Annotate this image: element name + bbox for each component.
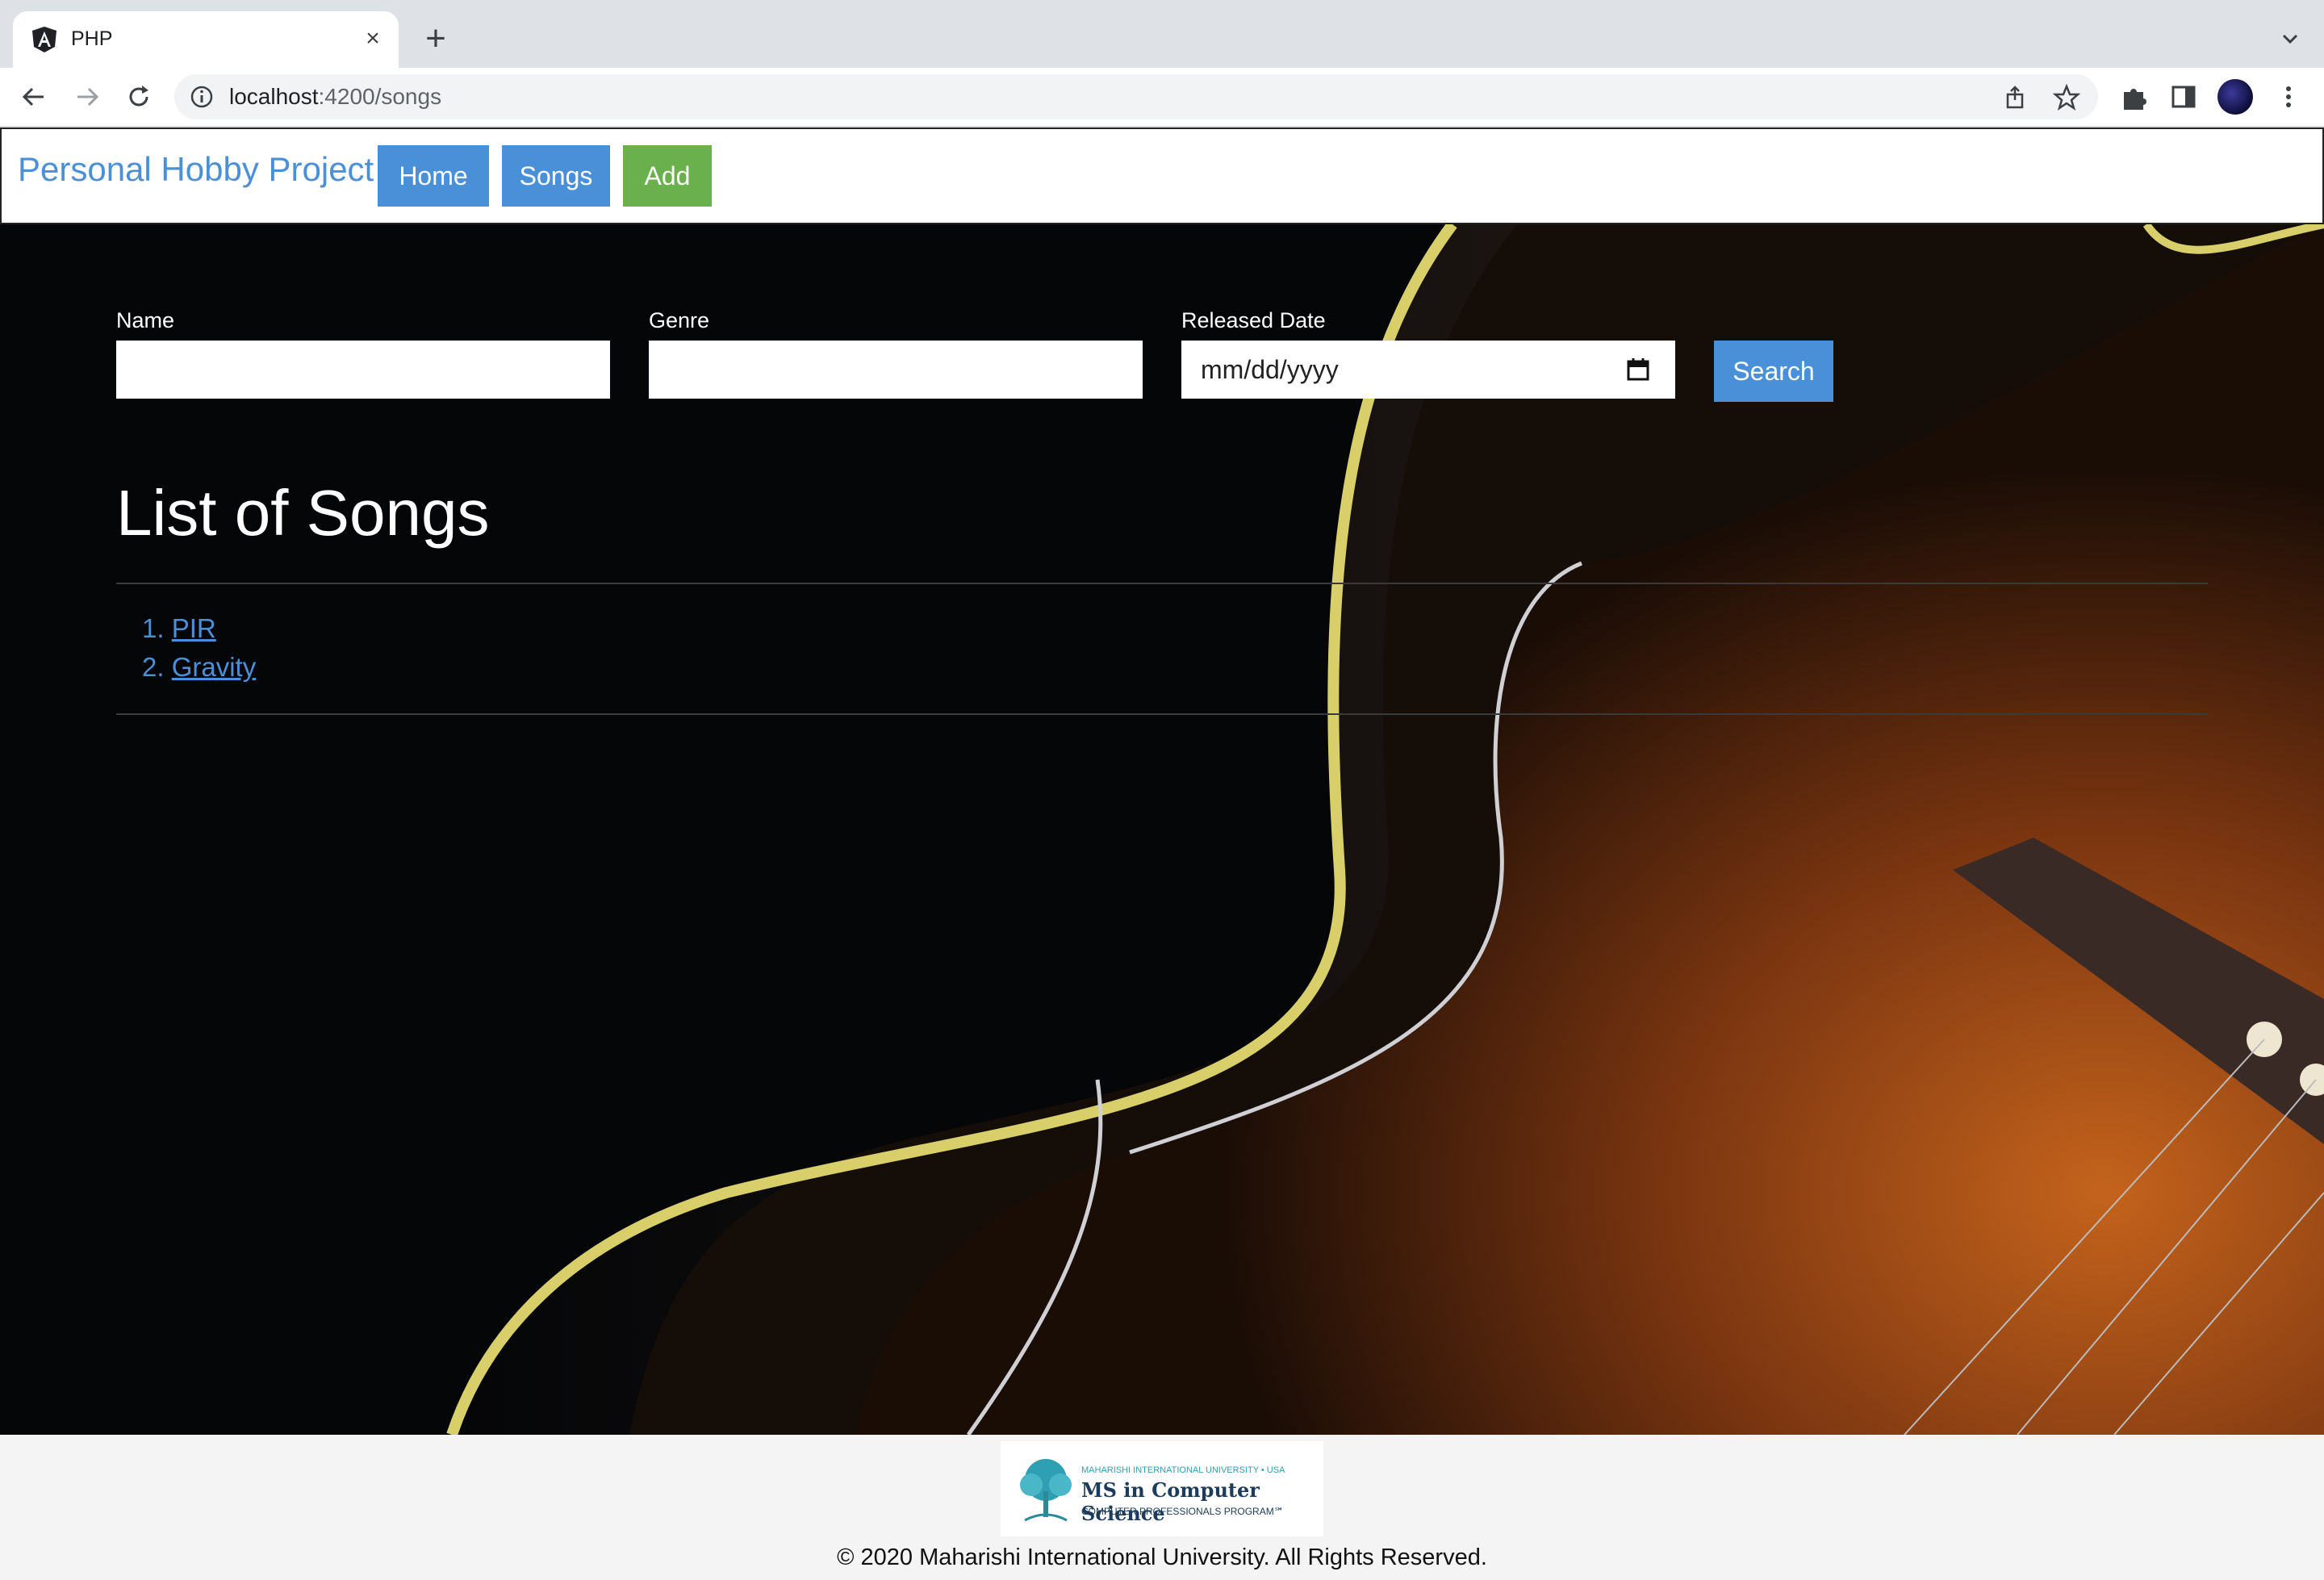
reload-icon[interactable] <box>123 81 155 113</box>
nav-add-button[interactable]: Add <box>623 145 712 207</box>
hero-section: Name Genre Released Date mm/dd/yyyy Sear… <box>0 224 2324 1435</box>
university-logo: MAHARISHI INTERNATIONAL UNIVERSITY • USA… <box>1001 1441 1323 1536</box>
forward-arrow-icon[interactable] <box>71 81 103 113</box>
song-link-gravity[interactable]: Gravity <box>172 652 257 682</box>
nav-home-button[interactable]: Home <box>378 145 489 207</box>
list-item-number: 1. <box>142 613 165 643</box>
song-link-pir[interactable]: PIR <box>172 613 216 643</box>
tab-title: PHP <box>71 27 113 50</box>
songs-list-title: List of Songs <box>116 477 490 549</box>
divider-bottom <box>116 713 2208 715</box>
date-placeholder: mm/dd/yyyy <box>1201 355 1339 384</box>
side-panel-icon[interactable] <box>2167 81 2200 113</box>
list-item: 1. PIR <box>142 613 216 644</box>
brand-link[interactable]: Personal Hobby Project <box>18 150 374 189</box>
browser-toolbar: localhost:4200/songs <box>0 68 2324 127</box>
list-item: 2. Gravity <box>142 652 256 683</box>
genre-input[interactable] <box>649 341 1143 399</box>
tree-logo-icon <box>1020 1459 1072 1522</box>
site-info-icon[interactable] <box>189 84 215 110</box>
released-date-input[interactable]: mm/dd/yyyy <box>1181 341 1675 399</box>
profile-avatar[interactable] <box>2217 79 2253 115</box>
genre-label: Genre <box>649 308 710 332</box>
browser-tab-strip: PHP × + <box>0 0 2324 68</box>
page-content: Personal Hobby Project Home Songs Add Na… <box>0 127 2324 1580</box>
divider-top <box>116 583 2208 584</box>
guitar-background-image <box>0 224 2324 1435</box>
calendar-icon[interactable] <box>1625 357 1651 382</box>
released-date-label: Released Date <box>1181 308 1326 332</box>
more-menu-icon[interactable] <box>2272 81 2305 113</box>
back-arrow-icon[interactable] <box>18 81 50 113</box>
bookmark-star-icon[interactable] <box>2053 84 2080 111</box>
address-bar[interactable]: localhost:4200/songs <box>174 74 2098 119</box>
share-icon[interactable] <box>2001 84 2029 111</box>
copyright-text: © 2020 Maharishi International Universit… <box>837 1544 1487 1570</box>
chevron-down-icon[interactable] <box>2276 24 2305 53</box>
url-text: localhost:4200/songs <box>229 84 442 109</box>
name-label: Name <box>116 308 175 332</box>
logo-line2: MS in Computer Science <box>1081 1478 1260 1525</box>
new-tab-icon[interactable]: + <box>420 21 452 56</box>
logo-line3: COMPUTER PROFESSIONALS PROGRAM℠ <box>1081 1506 1284 1517</box>
logo-line1: MAHARISHI INTERNATIONAL UNIVERSITY • USA <box>1081 1465 1285 1475</box>
angular-favicon-icon <box>32 27 56 52</box>
list-item-number: 2. <box>142 652 165 682</box>
extensions-puzzle-icon[interactable] <box>2117 81 2150 113</box>
browser-tab[interactable]: PHP × <box>13 11 399 68</box>
search-button[interactable]: Search <box>1714 341 1833 402</box>
name-input[interactable] <box>116 341 610 399</box>
site-navbar: Personal Hobby Project Home Songs Add <box>0 127 2324 224</box>
footer: MAHARISHI INTERNATIONAL UNIVERSITY • USA… <box>0 1435 2324 1580</box>
nav-songs-button[interactable]: Songs <box>502 145 610 207</box>
close-tab-icon[interactable]: × <box>358 24 387 53</box>
